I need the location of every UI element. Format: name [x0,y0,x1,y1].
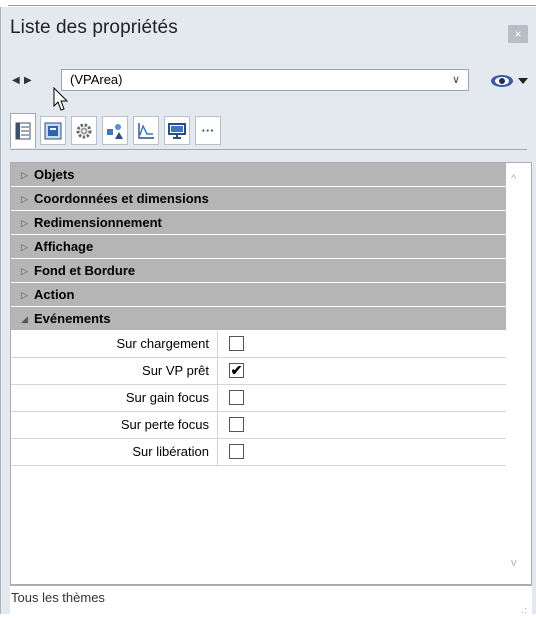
monitor-icon [168,122,186,139]
property-name: Sur perte focus [11,412,218,438]
property-name: Sur chargement [11,331,218,357]
tab-properties[interactable] [40,116,66,145]
event-checkbox[interactable] [229,336,244,351]
section-label: Fond et Bordure [34,263,136,278]
expand-arrow-icon: ▷ [21,218,28,228]
section-label: Coordonnées et dimensions [34,191,209,206]
top-strip [0,0,536,7]
status-footer: Tous les thèmes .: [10,585,532,621]
tab-gear[interactable] [71,116,97,145]
section-label: Objets [34,167,75,182]
expand-arrow-icon: ▷ [21,170,28,180]
tab-shapes[interactable] [102,116,128,145]
top-divider [8,5,536,6]
tab-display[interactable] [164,116,190,145]
panel-title: Liste des propriétés [10,17,178,38]
tab-chart[interactable] [133,116,159,145]
event-checkbox[interactable] [229,417,244,432]
shapes-icon [107,123,123,139]
section-header-redimensionnement[interactable]: ▷ Redimensionnement [11,211,506,235]
section-header-coordonnees[interactable]: ▷ Coordonnées et dimensions [11,187,506,211]
section-header-affichage[interactable]: ▷ Affichage [11,235,506,259]
scroll-up-icon[interactable]: ^ [511,173,516,185]
selected-object-label: (VPArea) [70,72,123,87]
property-row-sur-gain-focus: Sur gain focus [11,385,506,412]
tab-more[interactable]: ··· [195,116,221,145]
list-icon [15,122,31,140]
tab-list[interactable] [10,113,36,148]
blue-square-icon [44,122,62,139]
next-object-icon[interactable]: ▶ [24,75,32,86]
close-button[interactable]: × [508,25,528,43]
property-row-sur-chargement: Sur chargement [11,331,506,358]
resize-grip-icon[interactable]: .: [521,606,528,615]
section-label: Redimensionnement [34,215,162,230]
section-header-evenements[interactable]: ◢ Evénements [11,307,506,331]
section-header-fond-bordure[interactable]: ▷ Fond et Bordure [11,259,506,283]
chevron-down-icon: ∨ [451,74,460,86]
property-name: Sur libération [11,439,218,465]
event-checkbox[interactable]: ✔ [229,363,244,378]
expand-arrow-icon: ▷ [21,266,28,276]
property-name: Sur gain focus [11,385,218,411]
property-row-sur-vp-pret: Sur VP prêt ✔ [11,358,506,385]
expand-arrow-icon: ▷ [21,194,28,204]
property-list-panel: Liste des propriétés × ◀ ▶ (VPArea) ∨ ··… [0,7,536,621]
section-header-action[interactable]: ▷ Action [11,283,506,307]
gear-icon [76,123,92,138]
section-label: Action [34,287,75,302]
expand-arrow-icon: ▷ [21,290,28,300]
property-row-sur-perte-focus: Sur perte focus [11,412,506,439]
event-checkbox[interactable] [229,444,244,459]
previous-object-icon[interactable]: ◀ [12,75,20,86]
ellipsis-icon: ··· [201,123,215,138]
event-checkbox[interactable] [229,390,244,405]
expand-arrow-icon: ▷ [21,242,28,252]
property-tabs: ··· [10,113,527,150]
object-selector[interactable]: (VPArea) ∨ [61,69,469,91]
mouse-cursor-icon [53,87,69,111]
chart-icon [138,122,154,139]
property-row-sur-liberation: Sur libération [11,439,506,466]
section-label: Evénements [34,311,111,326]
eye-icon[interactable] [488,71,532,91]
section-header-objets[interactable]: ▷ Objets [11,163,506,187]
collapse-arrow-icon: ◢ [21,314,28,324]
theme-filter-label[interactable]: Tous les thèmes [11,590,105,605]
property-list: ▷ Objets ▷ Coordonnées et dimensions ▷ R… [10,162,532,585]
scroll-down-icon[interactable]: v [511,557,517,569]
property-name: Sur VP prêt [11,358,218,384]
section-label: Affichage [34,239,94,254]
